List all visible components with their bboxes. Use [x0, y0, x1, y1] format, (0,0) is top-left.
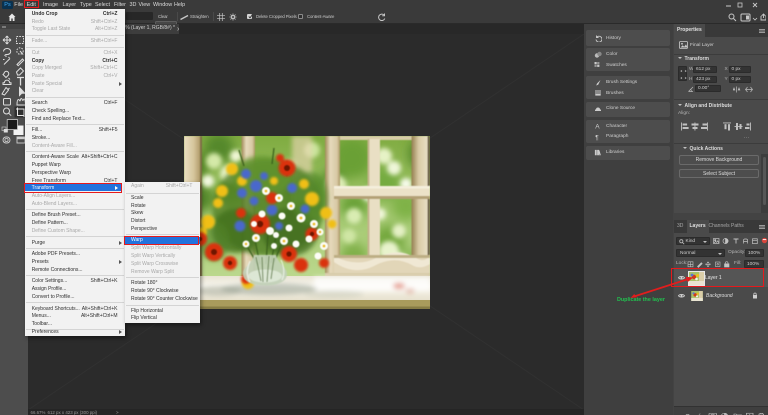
svg-text:A: A — [595, 124, 600, 131]
svg-text:¶: ¶ — [595, 134, 599, 141]
